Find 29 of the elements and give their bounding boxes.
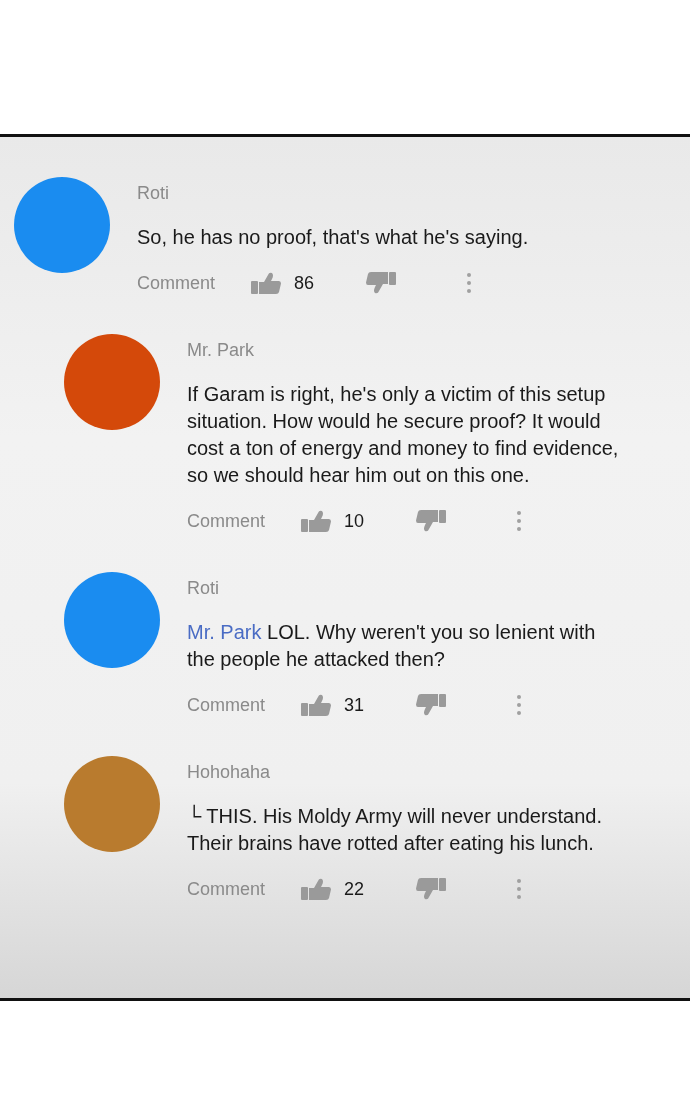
more-options-icon[interactable] (466, 272, 473, 294)
like-button[interactable]: 31 (301, 693, 369, 717)
mention-link[interactable]: Mr. Park (187, 621, 262, 643)
comment-text: So, he has no proof, that's what he's saying. (137, 225, 529, 250)
like-button[interactable]: 86 (251, 271, 319, 295)
comment-button[interactable]: Comment (137, 271, 216, 295)
more-options-icon[interactable] (516, 878, 523, 900)
comment-button[interactable]: Comment (187, 693, 266, 717)
author-name: Mr. Park (187, 339, 254, 362)
thumbs-up-icon (301, 510, 332, 532)
author-name: Hohohaha (187, 761, 271, 784)
thumbs-up-icon (301, 694, 332, 716)
comment-text: If Garam is right, he's only a victim of this setup situation. How would he secure proof? It would cost a ton of energy and money to find evidence, so we should hear him out on this one. (187, 382, 620, 488)
thumbs-up-icon (301, 878, 332, 900)
thumbs-down-icon[interactable] (416, 510, 447, 532)
like-button[interactable]: 10 (301, 509, 369, 533)
comment-button[interactable]: Comment (187, 509, 266, 533)
comment-text: Mr. Park LOL. Why weren't you so lenient with the people he attacked then? (187, 620, 597, 672)
comment-button[interactable]: Comment (187, 877, 266, 901)
more-options-icon[interactable] (516, 510, 523, 532)
more-options-icon[interactable] (516, 694, 523, 716)
thumbs-up-icon (251, 272, 282, 294)
author-name: Roti (137, 182, 169, 205)
like-button[interactable]: 22 (301, 877, 369, 901)
author-name: Roti (187, 577, 219, 600)
comment-text: └ THIS. His Moldy Army will never understand. Their brains have rotted after eating his lunch. (187, 803, 604, 856)
thumbs-down-icon[interactable] (416, 878, 447, 900)
thumbs-down-icon[interactable] (416, 694, 447, 716)
thumbs-down-icon[interactable] (366, 272, 397, 294)
